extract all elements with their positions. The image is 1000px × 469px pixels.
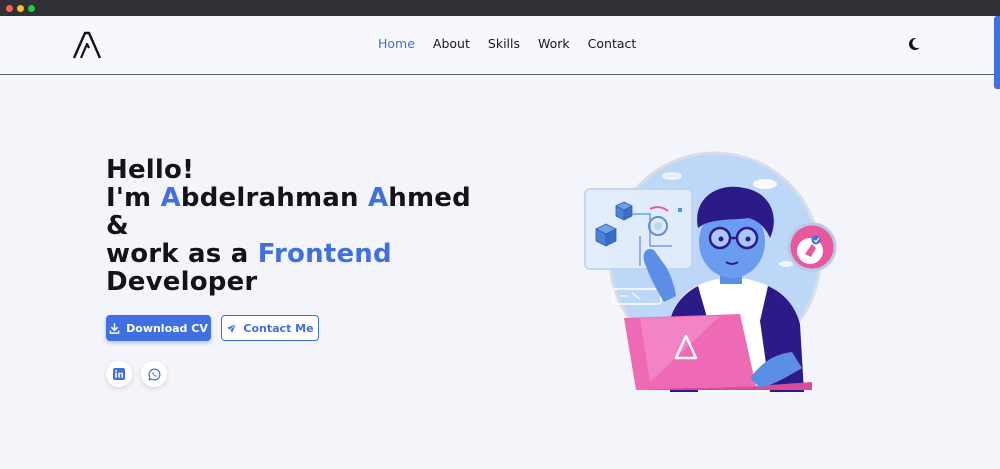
nav-link-work[interactable]: Work [538,36,570,52]
contact-me-label: Contact Me [243,321,314,335]
nav-link-home[interactable]: Home [378,36,415,52]
download-cv-button[interactable]: Download CV [106,315,211,341]
hero-role-line-2: Developer [106,267,258,297]
nav-link-contact[interactable]: Contact [588,36,637,52]
close-window-button[interactable] [6,4,13,12]
hero-heading: Hello! I'm Abdelrahman Ahmed & work as a… [106,156,471,296]
main-nav: Home About Skills Work Contact [378,36,654,52]
window-titlebar [0,0,1000,16]
nav-link-skills[interactable]: Skills [488,36,520,52]
moon-icon[interactable] [906,36,922,52]
linkedin-link[interactable] [106,361,132,387]
contact-me-button[interactable]: Contact Me [221,315,319,341]
hero-ampersand: & [106,211,129,241]
developer-illustration [584,151,837,392]
maximize-window-button[interactable] [28,4,35,12]
download-cv-label: Download CV [126,321,208,335]
linkedin-icon [113,368,125,380]
site-header: Home About Skills Work Contact [0,16,1000,75]
hero-hello: Hello! [106,155,195,185]
logo-a-icon[interactable] [72,31,102,59]
nav-link-about[interactable]: About [433,36,470,52]
whatsapp-icon [148,368,160,380]
download-icon [109,322,120,334]
whatsapp-link[interactable] [141,361,167,387]
hero-name-line: I'm Abdelrahman Ahmed [106,183,471,213]
hero-role-line: work as a Frontend [106,239,392,269]
scrollbar-thumb[interactable] [994,16,1000,89]
minimize-window-button[interactable] [17,4,24,12]
send-icon [227,323,237,333]
